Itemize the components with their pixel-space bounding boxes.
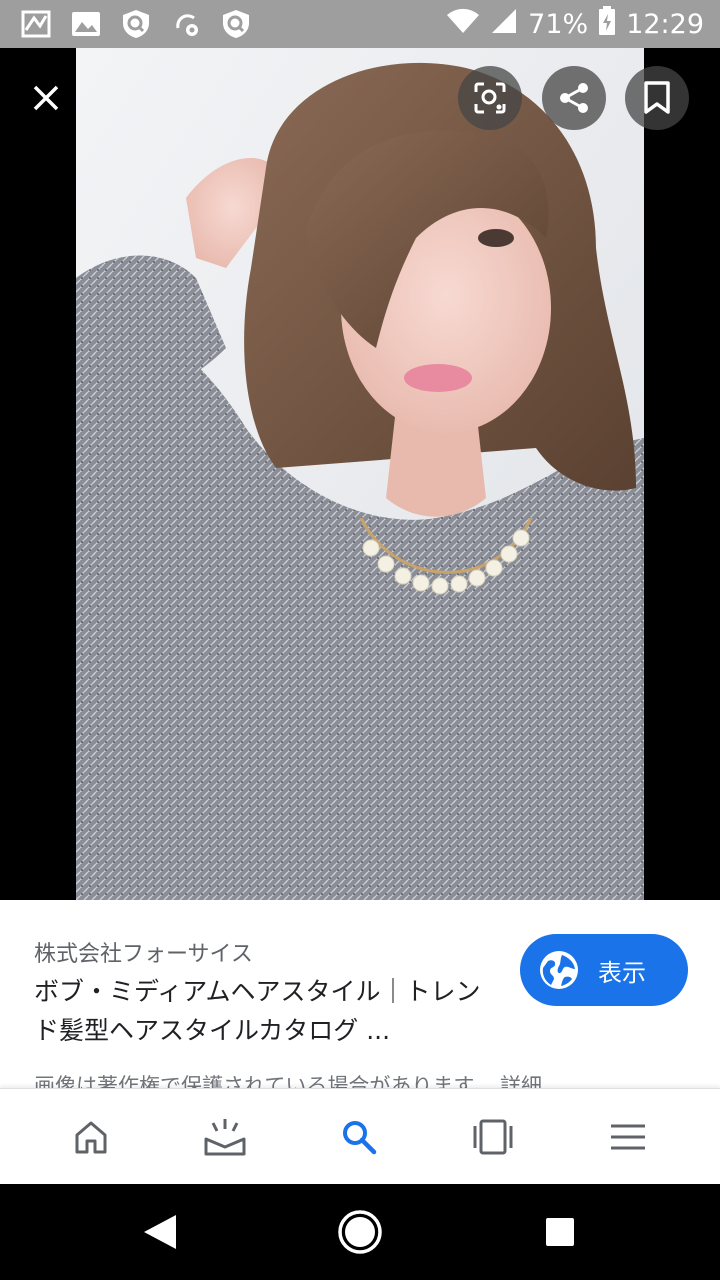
search-icon bbox=[343, 1121, 377, 1155]
visit-button[interactable]: 表示 bbox=[520, 934, 688, 1006]
bottom-navigation bbox=[0, 1088, 720, 1184]
battery-level: 71% bbox=[528, 9, 589, 40]
system-navigation-bar bbox=[0, 1184, 720, 1280]
menu-icon bbox=[611, 1124, 645, 1150]
recents-icon bbox=[546, 1218, 574, 1246]
nav-search[interactable] bbox=[335, 1113, 383, 1161]
back-icon bbox=[144, 1215, 176, 1249]
lens-button[interactable] bbox=[458, 66, 522, 130]
close-icon bbox=[33, 85, 59, 111]
copyright-note: 画像は著作権で保護されている場合があります。 詳細 bbox=[34, 1074, 542, 1088]
home-icon bbox=[75, 1121, 107, 1154]
status-bar: 71% 12:29 bbox=[0, 0, 720, 48]
settings-sync-icon bbox=[170, 8, 202, 40]
updates-icon bbox=[204, 1119, 246, 1156]
shield-icon bbox=[220, 8, 252, 40]
wifi-icon bbox=[446, 7, 480, 42]
shield-icon bbox=[120, 8, 152, 40]
tabs-icon bbox=[473, 1119, 513, 1155]
battery-icon bbox=[598, 6, 616, 43]
signal-icon bbox=[490, 7, 518, 42]
app-notification-icon bbox=[20, 8, 52, 40]
home-button[interactable] bbox=[336, 1208, 384, 1256]
image-icon bbox=[70, 8, 102, 40]
source-site[interactable]: 株式会社フォーサイス bbox=[34, 936, 253, 968]
result-title[interactable]: ボブ・ミディアムヘアスタイル｜トレンド髪型ヘアスタイルカタログ ... bbox=[34, 972, 504, 1050]
share-icon bbox=[560, 83, 588, 113]
bookmark-icon bbox=[644, 81, 670, 114]
nav-home[interactable] bbox=[67, 1113, 115, 1161]
preview-photo[interactable] bbox=[76, 48, 644, 900]
globe-icon bbox=[540, 951, 578, 989]
nav-menu[interactable] bbox=[604, 1113, 652, 1161]
back-button[interactable] bbox=[136, 1208, 184, 1256]
nav-updates[interactable] bbox=[201, 1113, 249, 1161]
home-circle-icon bbox=[338, 1210, 382, 1254]
bookmark-button[interactable] bbox=[625, 66, 689, 130]
share-button[interactable] bbox=[542, 66, 606, 130]
recents-button[interactable] bbox=[536, 1208, 584, 1256]
visit-label: 表示 bbox=[598, 958, 646, 987]
close-button[interactable] bbox=[20, 72, 72, 124]
clock: 12:29 bbox=[626, 9, 704, 40]
nav-tabs[interactable] bbox=[469, 1113, 517, 1161]
lens-icon bbox=[474, 82, 506, 114]
result-info-panel: 株式会社フォーサイス ボブ・ミディアムヘアスタイル｜トレンド髪型ヘアスタイルカタ… bbox=[0, 900, 720, 1088]
image-viewer bbox=[0, 48, 720, 900]
